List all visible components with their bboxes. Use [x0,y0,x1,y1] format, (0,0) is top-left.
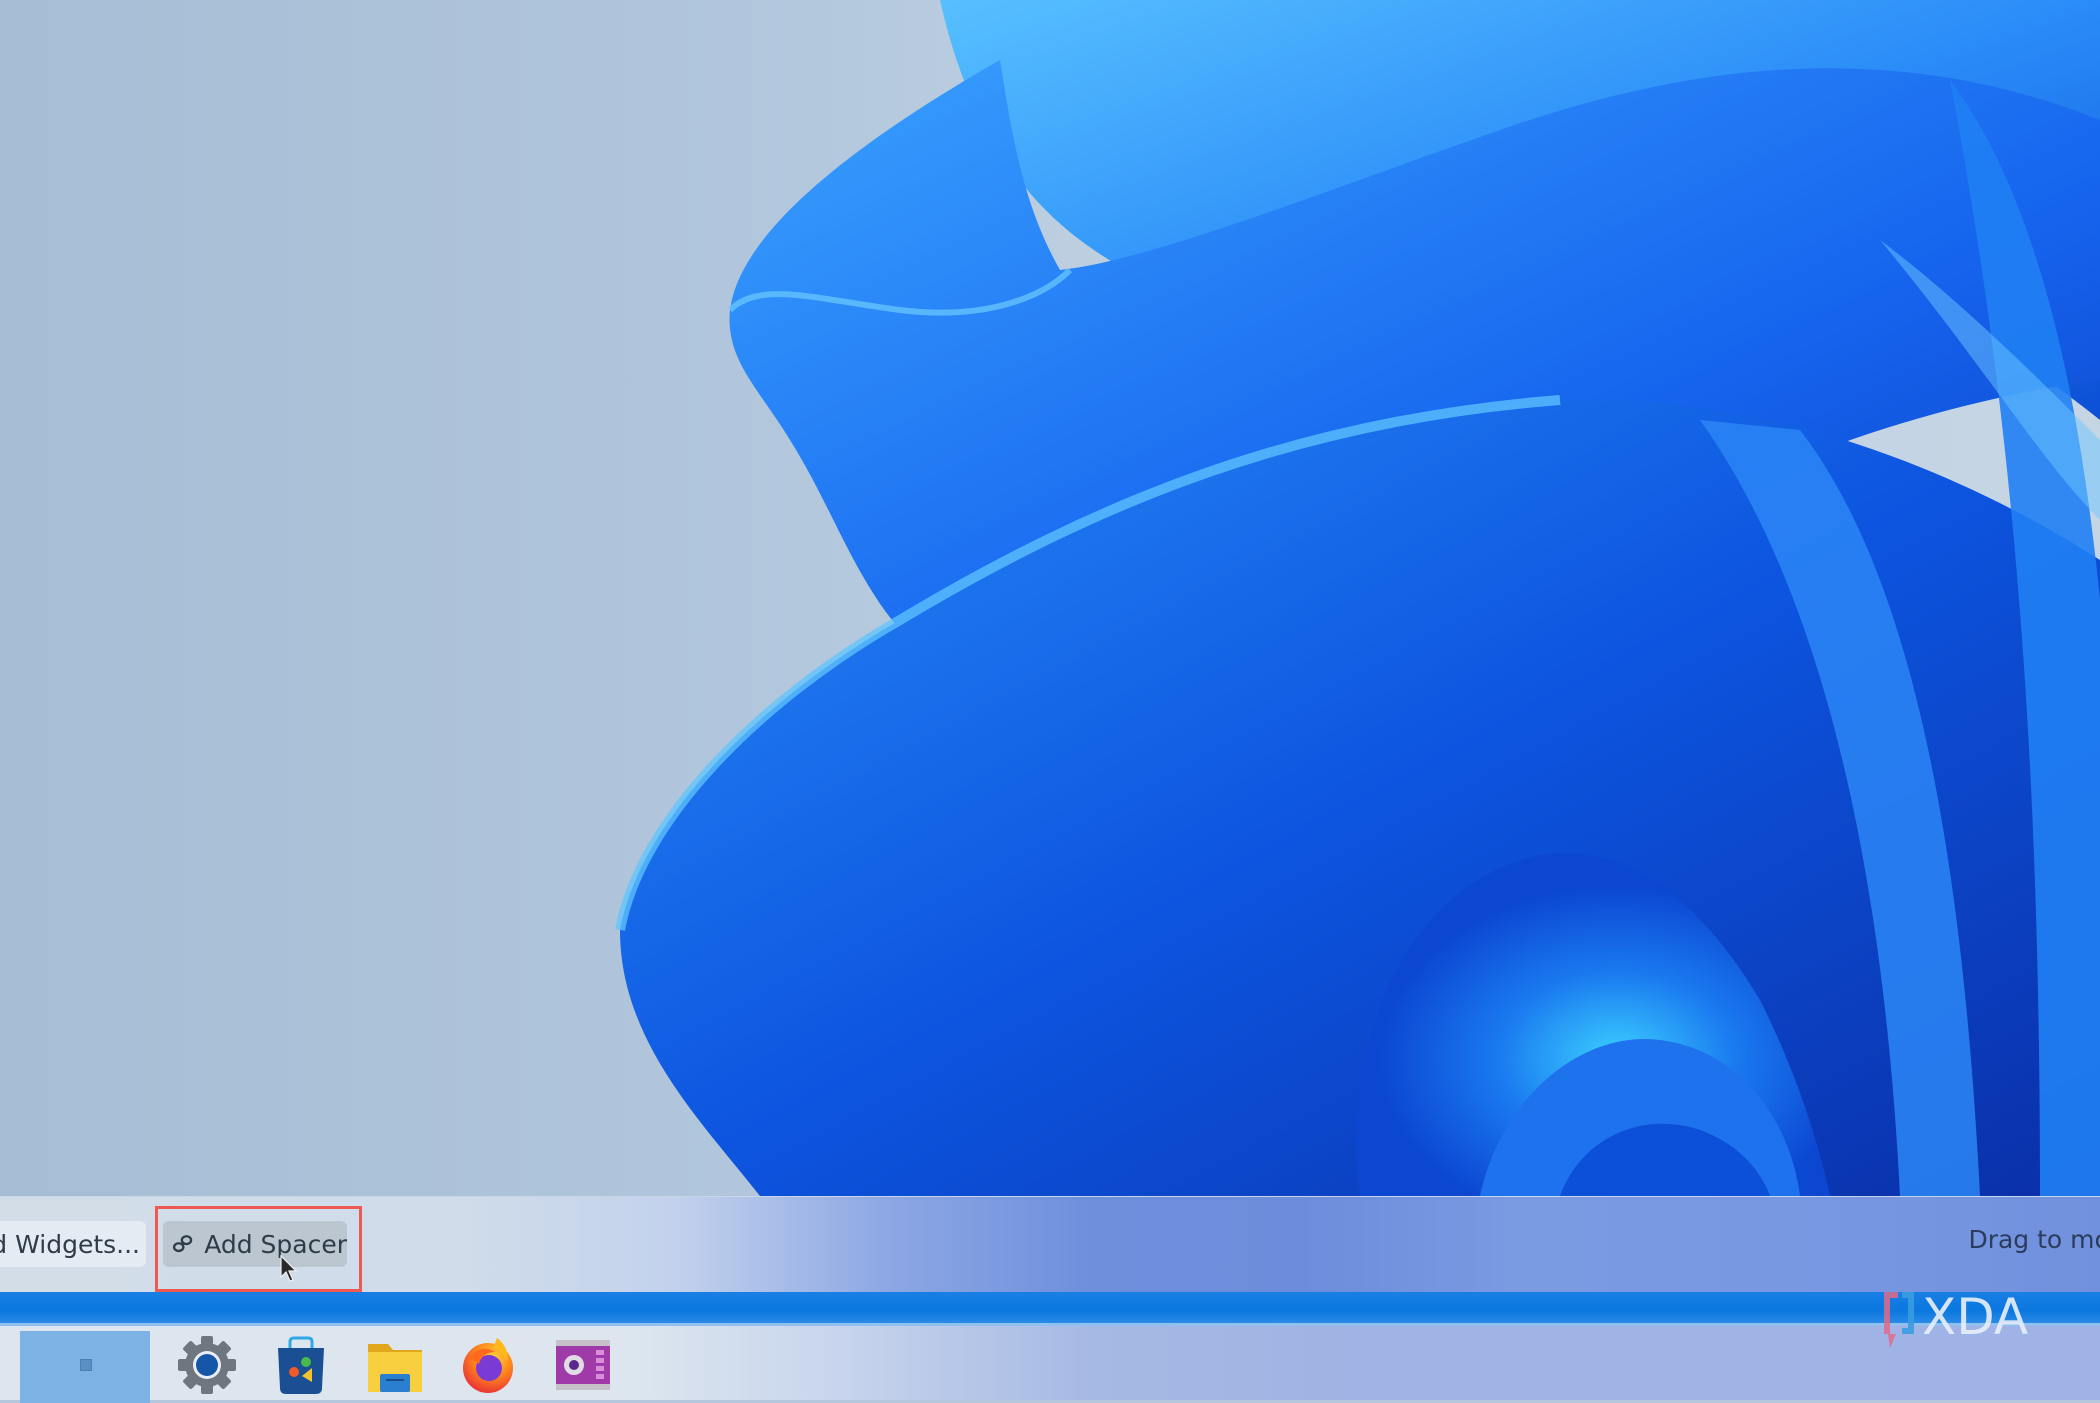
firefox-icon[interactable] [457,1334,519,1396]
xda-watermark-text: XDA [1922,1288,2028,1346]
taskbar: XDA [0,1288,2100,1403]
drag-to-move-label[interactable]: Drag to move [1968,1225,2100,1254]
pager-desktop-indicator [80,1359,92,1371]
wallpaper-ribbon-art [615,0,2100,1196]
virtual-desktop-pager[interactable] [20,1331,150,1403]
xda-watermark-logo: XDA [1884,1288,2028,1348]
mouse-cursor-icon [280,1255,298,1282]
panel-resize-handle-bar[interactable] [0,1292,2100,1323]
desktop-wallpaper [0,0,2100,1196]
add-widgets-button[interactable]: Add Widgets... [0,1221,146,1267]
highlight-annotation-box [155,1206,362,1292]
folder-icon[interactable] [364,1334,426,1396]
settings-gear-icon[interactable] [176,1334,238,1396]
video-player-icon[interactable] [552,1334,614,1396]
panel-edit-toolbar: Add Widgets... Add Spacer Drag to move [0,1196,2100,1293]
add-widgets-label: Add Widgets... [0,1229,140,1259]
store-bag-icon[interactable] [270,1334,332,1396]
